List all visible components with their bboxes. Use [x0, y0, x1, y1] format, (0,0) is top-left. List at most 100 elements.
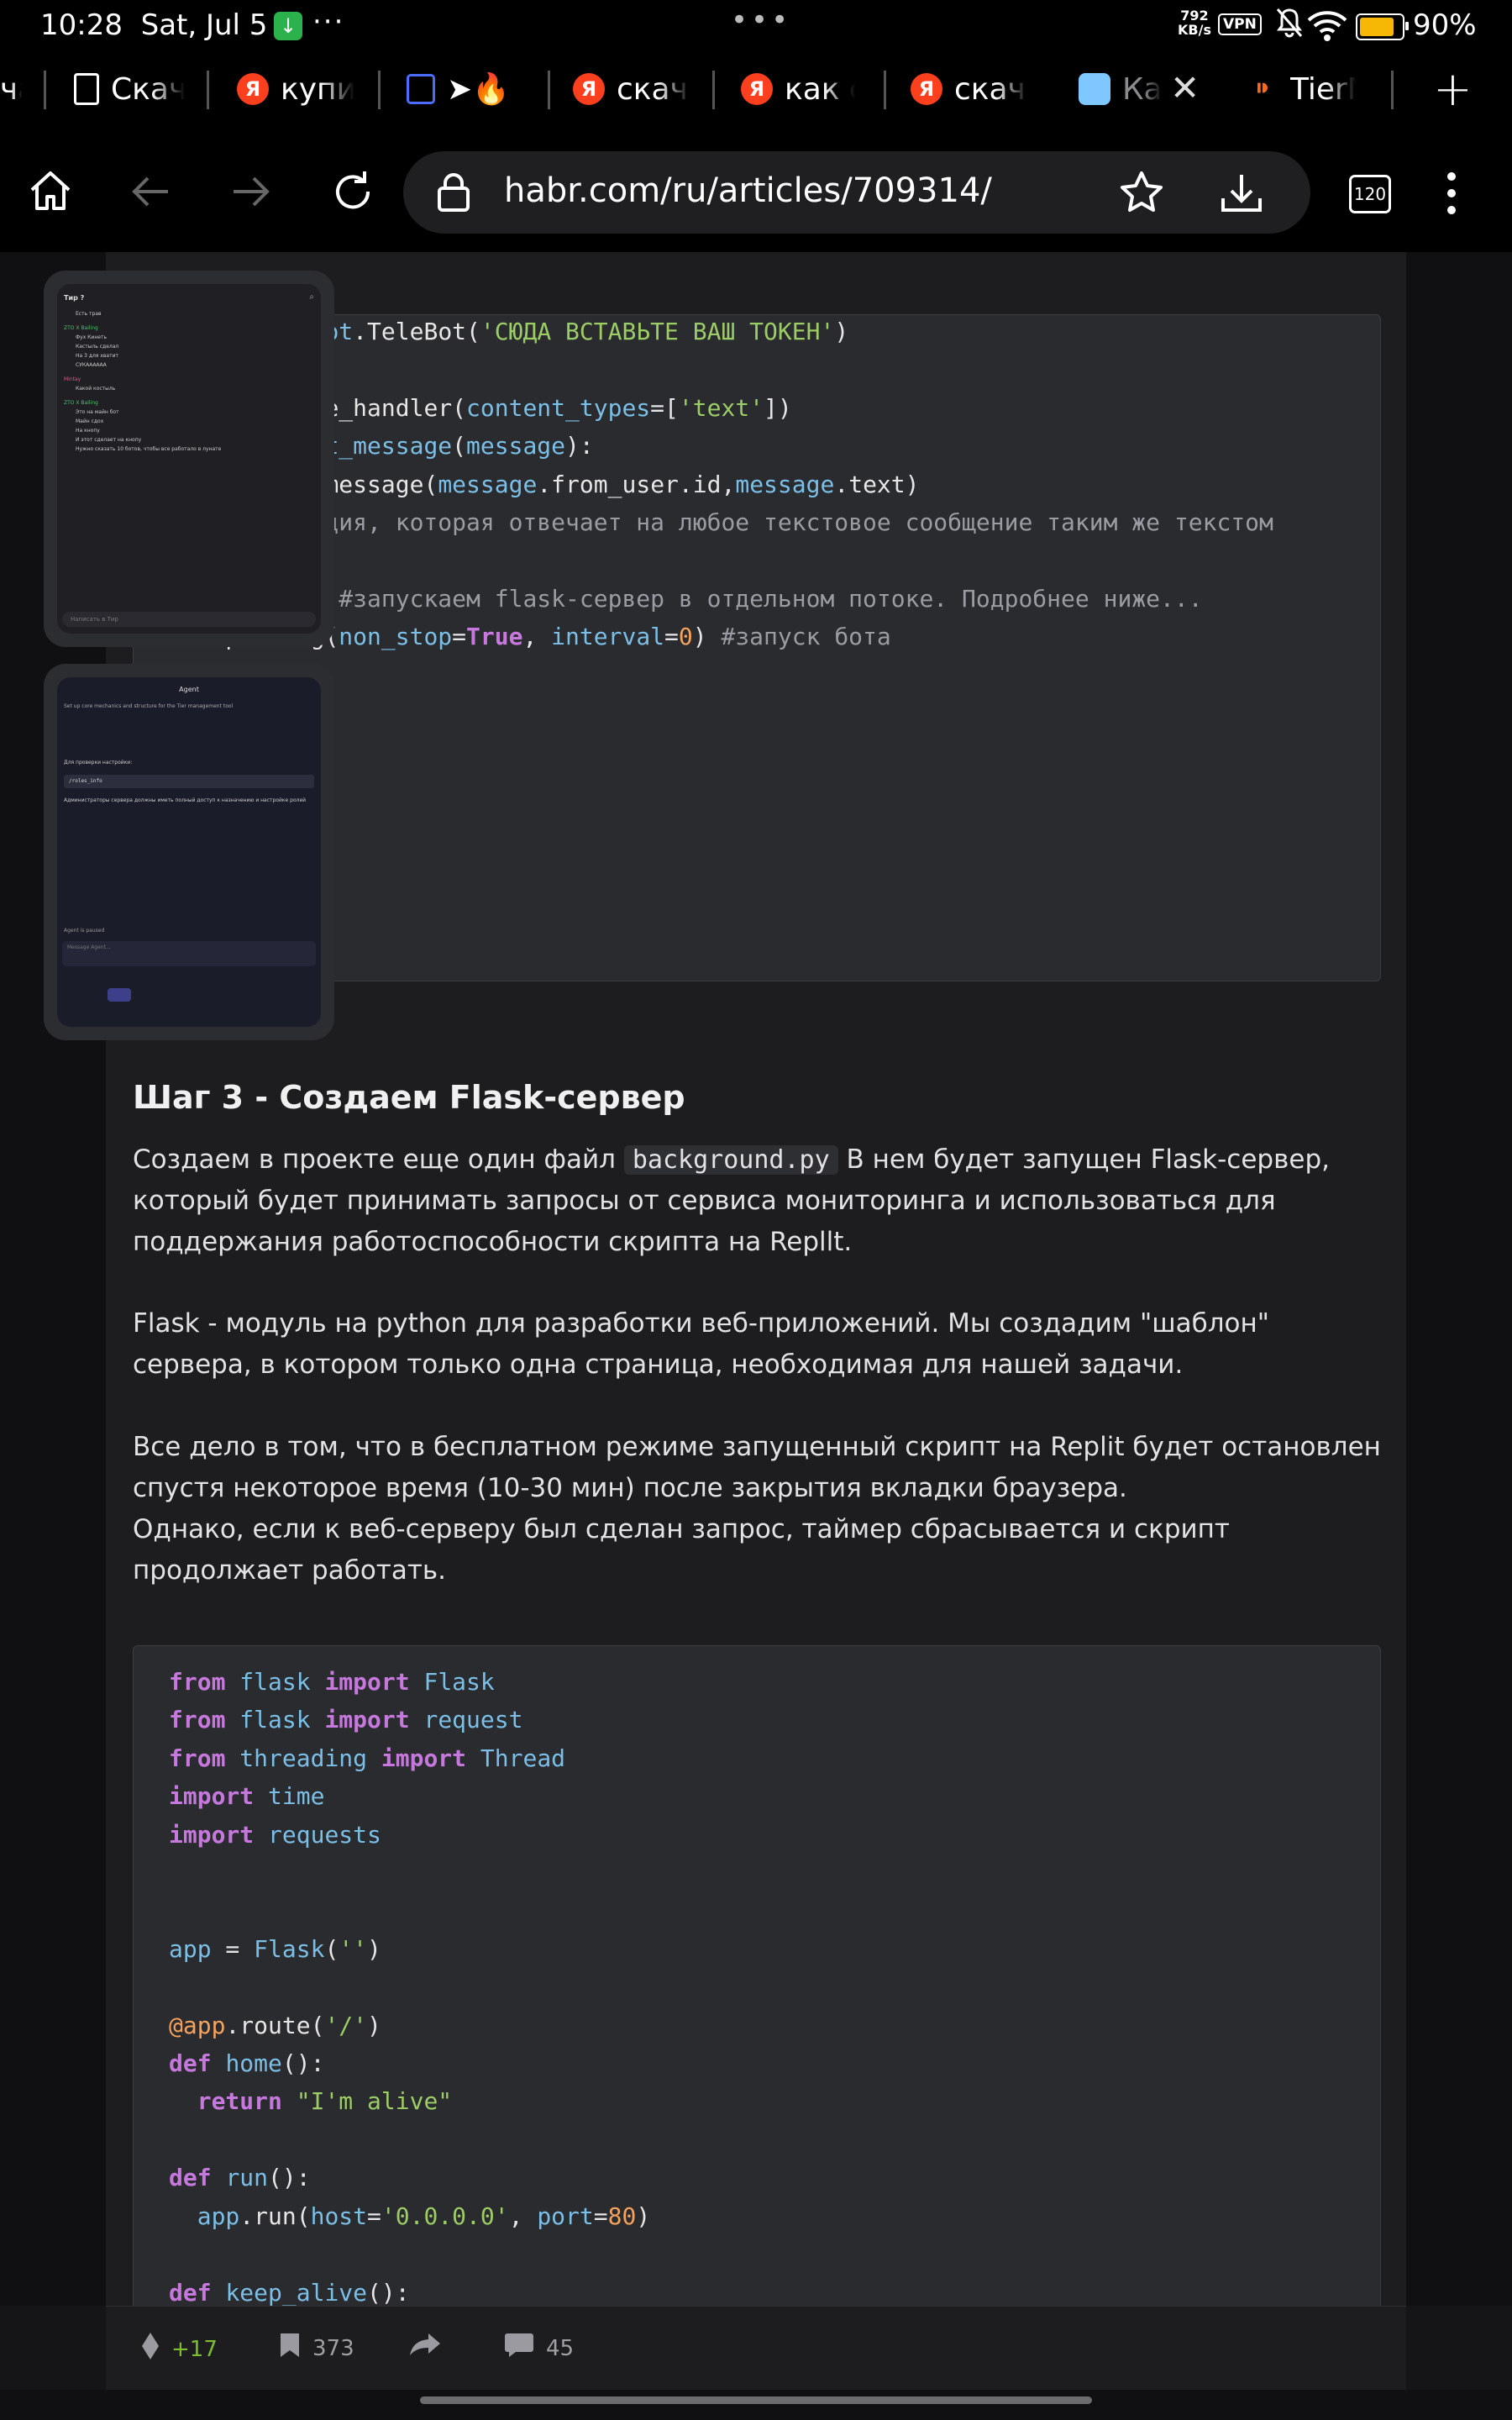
chat-message: ZTO X Bailing Это на майн бот [64, 393, 314, 417]
paragraph-4: Однако, если к веб-серверу был сделан за… [133, 1514, 1230, 1586]
chat-text: На кнопу [76, 428, 100, 434]
tab-4[interactable]: Я скачать [573, 67, 690, 111]
home-icon[interactable] [25, 166, 76, 217]
nav-gesture-area [0, 2390, 1512, 2420]
rating-icon [141, 2332, 160, 2366]
code-block-2: from flask import Flask from flask impor… [133, 1645, 1381, 2306]
shopping-bag-icon [407, 74, 435, 104]
tab-strip: ча Скача Я купить ➤🔥 Я скачать Я как с Я… [0, 52, 1512, 129]
home-indicator[interactable] [420, 2396, 1092, 2404]
bookmark-icon [279, 2332, 301, 2365]
status-bar: 10:28 Sat, Jul 5 ↓ ··· ••• 792 KB/s VPN 9… [0, 0, 1512, 52]
paragraph-2: Flask - модуль на python для разработки … [133, 1308, 1270, 1380]
chat-text: СУКАААААА [76, 362, 107, 368]
url-text[interactable]: habr.com/ru/articles/709314/ [504, 171, 992, 210]
bookmark-star-icon[interactable] [1119, 170, 1164, 218]
agent-command: /roles_info [64, 775, 314, 788]
network-speed: 792 KB/s [1178, 8, 1211, 38]
chat-message: На 3 для хватит [64, 351, 314, 360]
chat-input[interactable]: Написать в Тир [62, 612, 316, 627]
new-tab-button[interactable]: + [1433, 62, 1473, 117]
battery-percent: 90% [1413, 8, 1477, 42]
status-center-dots: ••• [731, 3, 792, 37]
tab-8[interactable]: ⁍ TierM [1247, 67, 1357, 111]
agent-line-3: Администраторы сервера должны иметь полн… [64, 797, 307, 803]
document-icon [74, 73, 99, 105]
back-icon[interactable] [126, 166, 176, 217]
yandex-icon: Я [741, 73, 773, 105]
browser-toolbar: habr.com/ru/articles/709314/ 120 [0, 129, 1512, 252]
search-icon[interactable]: ⌕ [309, 292, 314, 302]
clock-time: 10:28 Sat, Jul 5 [40, 8, 268, 42]
article-action-bar: +17 373 45 [106, 2306, 1406, 2391]
tab-divider [1391, 71, 1394, 109]
yandex-icon: Я [911, 73, 942, 105]
lock-icon [435, 171, 472, 217]
forward-icon[interactable] [225, 166, 276, 217]
chat-author: ZTO X Bailing [64, 325, 98, 331]
code-line: def run(): [169, 2164, 311, 2192]
inline-code-filename: background.py [623, 1145, 838, 1175]
tab-1[interactable]: Скача [74, 67, 185, 111]
agent-title: Agent [179, 686, 199, 693]
agent-screen: Agent Set up core mechanics and structur… [57, 677, 321, 1027]
code-line: from threading import Thread [169, 1744, 566, 1772]
rating-control[interactable]: +17 [141, 2332, 218, 2366]
tab-partial-left[interactable]: ча [0, 67, 22, 111]
code-line: app.run(host='0.0.0.0', port=80) [197, 2202, 651, 2230]
more-notifications-icon: ··· [312, 5, 345, 39]
share-icon [408, 2332, 442, 2363]
tab-divider [548, 71, 550, 109]
mute-icon [1275, 7, 1304, 45]
agent-line-1: Set up core mechanics and structure for … [64, 703, 234, 709]
chat-message: Есть трав [64, 309, 314, 318]
tab-count-button[interactable]: 120 [1349, 175, 1391, 213]
code-line: return "I'm alive" [197, 2087, 453, 2116]
yandex-icon: Я [573, 73, 605, 105]
tab-divider [712, 71, 715, 109]
chat-author: Mintay [64, 376, 81, 382]
chat-text: Это на майн бот [76, 409, 119, 415]
chat-text: Майн сдох [76, 418, 104, 424]
agent-line-2: Для проверки настройки: [64, 760, 133, 765]
chat-text: И этот сделает на кнопу [76, 437, 142, 443]
code-line: from flask import request [169, 1706, 523, 1734]
chat-title: Тир ? [64, 294, 85, 302]
grid-icon[interactable] [108, 988, 131, 1002]
chat-author: ZTO X Bailing [64, 400, 98, 406]
chat-message: Mintay Какой костыль [64, 370, 314, 393]
paragraph-1: Создаем в проекте еще один файл backgrou… [133, 1144, 1330, 1257]
code-line: from flask import Flask [169, 1668, 495, 1696]
comments-control[interactable]: 45 [504, 2332, 574, 2365]
download-icon[interactable] [1218, 170, 1265, 220]
comment-icon [504, 2332, 534, 2365]
reload-icon[interactable] [328, 166, 378, 217]
tab-6[interactable]: Я скачать [911, 67, 1028, 111]
chat-message: Нужно сказать 10 ботов, чтобы все работа… [64, 445, 314, 454]
address-bar[interactable]: habr.com/ru/articles/709314/ [403, 151, 1310, 234]
tab-divider [884, 71, 886, 109]
chat-screen: Тир ? ⌕ Есть трав ZTO X Bailing Фух Кинеть… [57, 284, 321, 634]
code-line: import time [169, 1782, 325, 1811]
share-control[interactable] [408, 2332, 454, 2363]
code-line: import requests [169, 1820, 381, 1849]
agent-footer: Agent is paused [64, 928, 105, 934]
paragraph-3: Все дело в том, что в бесплатном режиме … [133, 1432, 1381, 1503]
floating-window-chat[interactable]: Тир ? ⌕ Есть трав ZTO X Bailing Фух Кинеть… [44, 271, 334, 647]
chat-message: И этот сделает на кнопу [64, 435, 314, 445]
tab-5[interactable]: Я как с [741, 67, 855, 111]
tab-3[interactable]: ➤🔥 [407, 67, 541, 111]
floating-window-agent[interactable]: Agent Set up core mechanics and structur… [44, 664, 334, 1040]
download-notification-icon: ↓ [274, 12, 302, 40]
tab-2[interactable]: Я купить [237, 67, 354, 111]
code-line: app = Flask('') [169, 1934, 381, 1963]
tab-7-active[interactable]: Ка [1079, 67, 1163, 111]
close-tab-icon[interactable]: ✕ [1170, 67, 1200, 108]
bookmarks-control[interactable]: 373 [279, 2332, 354, 2365]
agent-input[interactable]: Message Agent... [62, 941, 316, 966]
yandex-icon: Я [237, 73, 269, 105]
code-line: @app.route('/') [169, 2011, 381, 2039]
tier-icon: ⁍ [1255, 72, 1270, 106]
menu-kebab-icon[interactable] [1441, 171, 1462, 218]
tab-divider [378, 71, 381, 109]
